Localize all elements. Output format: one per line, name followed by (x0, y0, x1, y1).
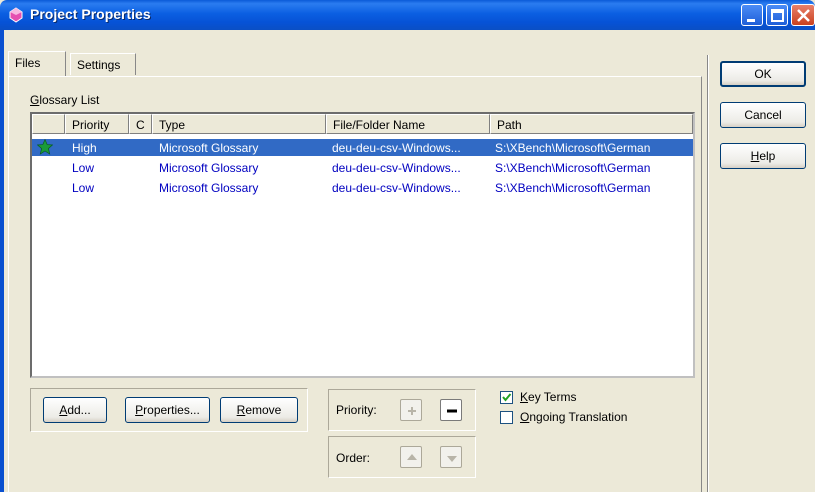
minus-icon (447, 409, 457, 413)
file-cell: deu-deu-csv-Windows... (332, 141, 461, 155)
properties-button[interactable]: Properties... (125, 397, 210, 423)
table-row[interactable]: Low Microsoft Glossary deu-deu-csv-Windo… (32, 159, 693, 176)
order-up-button[interactable] (400, 446, 422, 468)
priority-cell: Low (72, 161, 95, 175)
divider (707, 55, 709, 492)
key-terms-checkbox[interactable] (500, 391, 513, 404)
maximize-icon (771, 9, 784, 22)
ongoing-translation-checkbox[interactable] (500, 411, 513, 424)
window-title: Project Properties (30, 6, 151, 22)
path-cell: S:\XBench\Microsoft\German (495, 181, 651, 195)
window-frame (0, 30, 4, 492)
maximize-button[interactable] (766, 4, 788, 26)
key-terms-label: Key Terms (520, 390, 577, 404)
type-cell: Microsoft Glossary (159, 161, 259, 175)
table-row[interactable]: Low Microsoft Glossary deu-deu-csv-Windo… (32, 179, 693, 196)
column-header-type[interactable]: Type (152, 114, 326, 134)
column-header-file-folder-name[interactable]: File/Folder Name (326, 114, 490, 134)
priority-up-button[interactable] (400, 399, 422, 421)
tab-files[interactable]: Files (8, 51, 66, 76)
column-header-priority[interactable]: Priority (65, 114, 129, 134)
star-icon (37, 139, 53, 155)
arrow-up-icon (407, 454, 417, 460)
priority-label: Priority: (336, 403, 377, 417)
type-cell: Microsoft Glossary (159, 181, 259, 195)
ok-button[interactable]: OK (720, 61, 806, 87)
priority-cell: Low (72, 181, 95, 195)
glossary-list-label: Glossary List (30, 93, 100, 107)
close-icon (797, 9, 810, 22)
order-down-button[interactable] (440, 446, 462, 468)
column-header-c[interactable]: C (129, 114, 152, 134)
arrow-down-icon (447, 456, 457, 462)
minimize-button[interactable] (741, 4, 763, 26)
priority-down-button[interactable] (440, 399, 462, 421)
table-row[interactable]: High Microsoft Glossary deu-deu-csv-Wind… (32, 139, 693, 156)
file-cell: deu-deu-csv-Windows... (332, 181, 461, 195)
path-cell: S:\XBench\Microsoft\German (495, 161, 651, 175)
path-cell: S:\XBench\Microsoft\German (495, 141, 651, 155)
column-header-path[interactable]: Path (490, 114, 693, 134)
ongoing-translation-label: Ongoing Translation (520, 410, 628, 424)
type-cell: Microsoft Glossary (159, 141, 259, 155)
close-button[interactable] (791, 4, 815, 26)
glossary-list[interactable]: Priority C Type File/Folder Name Path Hi… (30, 112, 695, 378)
tab-settings-label: Settings (77, 58, 121, 72)
plus-icon (408, 407, 416, 415)
column-header-icon[interactable] (32, 114, 65, 134)
title-bar[interactable]: Project Properties (0, 0, 815, 30)
list-header: Priority C Type File/Folder Name Path (32, 114, 693, 134)
tab-files-label: Files (15, 56, 41, 70)
cancel-button[interactable]: Cancel (720, 102, 806, 128)
gem-icon (9, 7, 23, 23)
file-cell: deu-deu-csv-Windows... (332, 161, 461, 175)
order-label: Order: (336, 451, 371, 465)
add-button[interactable]: Add... (43, 397, 107, 423)
minimize-icon (747, 19, 755, 22)
remove-button[interactable]: Remove (220, 397, 298, 423)
checkmark-icon (502, 393, 512, 402)
tab-settings[interactable]: Settings (70, 53, 136, 75)
priority-cell: High (72, 141, 97, 155)
help-button[interactable]: Help (720, 143, 806, 169)
